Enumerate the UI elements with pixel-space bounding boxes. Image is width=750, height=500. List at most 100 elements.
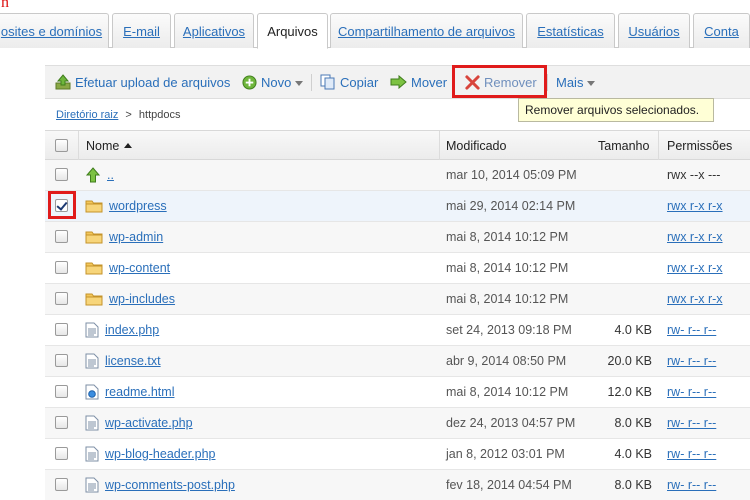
- column-divider: [439, 131, 440, 160]
- table-row[interactable]: wp-includes mai 8, 2014 10:12 PM rwx r-x r…: [45, 284, 750, 315]
- file-name-link[interactable]: readme.html: [105, 385, 174, 399]
- table-row[interactable]: readme.html mai 8, 2014 10:12 PM 12.0 KB rw…: [45, 377, 750, 408]
- html-file-icon: [85, 384, 99, 400]
- modified-cell: set 24, 2013 09:18 PM: [446, 323, 572, 337]
- file-name-cell: ..: [85, 160, 114, 190]
- row-checkbox[interactable]: [55, 478, 68, 491]
- row-checkbox[interactable]: [55, 447, 68, 460]
- file-name-link[interactable]: wp-includes: [109, 292, 175, 306]
- permissions-cell[interactable]: rw- r-- r--: [667, 470, 716, 500]
- permissions-cell[interactable]: rw- r-- r--: [667, 377, 716, 407]
- permissions-cell[interactable]: rwx r-x r-x: [667, 222, 723, 252]
- permissions-cell[interactable]: rwx r-x r-x: [667, 284, 723, 314]
- modified-cell: mar 10, 2014 05:09 PM: [446, 168, 577, 182]
- table-row[interactable]: wordpress mai 29, 2014 02:14 PM rwx r-x r-…: [45, 191, 750, 222]
- modified-cell: mai 8, 2014 10:12 PM: [446, 385, 569, 399]
- column-header-modified[interactable]: Modificado: [446, 131, 506, 160]
- row-checkbox[interactable]: [55, 354, 68, 367]
- table-row[interactable]: wp-content mai 8, 2014 10:12 PM rwx r-x r-…: [45, 253, 750, 284]
- upload-button[interactable]: Efetuar upload de arquivos: [55, 66, 230, 98]
- row-checkbox[interactable]: [55, 199, 68, 212]
- modified-cell: jan 8, 2012 03:01 PM: [446, 447, 565, 461]
- row-checkbox[interactable]: [55, 261, 68, 274]
- file-name-link[interactable]: license.txt: [105, 354, 161, 368]
- size-cell: 8.0 KB: [614, 478, 652, 492]
- file-name-cell: wp-content: [85, 253, 170, 283]
- size-cell: [585, 284, 652, 314]
- column-header-permissions[interactable]: Permissões: [667, 131, 732, 160]
- table-row[interactable]: .. mar 10, 2014 05:09 PM rwx --x ---: [45, 160, 750, 191]
- size-cell: 20.0 KB: [607, 354, 652, 368]
- file-name-link[interactable]: wp-admin: [109, 230, 163, 244]
- table-row[interactable]: index.php set 24, 2013 09:18 PM 4.0 KB rw- …: [45, 315, 750, 346]
- file-name-cell: wp-admin: [85, 222, 163, 252]
- breadcrumb: Diretório raiz > httpdocs: [56, 109, 181, 121]
- file-name-link[interactable]: ..: [107, 168, 114, 182]
- remove-button-highlight: [452, 65, 547, 98]
- toolbar-divider: [311, 74, 312, 91]
- copy-icon: [320, 74, 335, 90]
- tab-statistics[interactable]: Estatísticas: [526, 13, 615, 48]
- tab-websites-domains[interactable]: osites e domínios: [0, 13, 109, 48]
- tab-email[interactable]: E-mail: [112, 13, 171, 48]
- column-header-name[interactable]: Nome: [86, 131, 133, 160]
- file-name-link[interactable]: wp-activate.php: [105, 416, 193, 430]
- tab-files[interactable]: Arquivos: [257, 13, 328, 49]
- table-row[interactable]: license.txt abr 9, 2014 08:50 PM 20.0 KB rw…: [45, 346, 750, 377]
- permissions-cell[interactable]: rwx r-x r-x: [667, 191, 723, 221]
- new-label: Novo: [261, 74, 292, 90]
- file-name-link[interactable]: wp-blog-header.php: [105, 447, 216, 461]
- permissions-cell[interactable]: rw- r-- r--: [667, 439, 716, 469]
- copy-button[interactable]: Copiar: [320, 66, 378, 98]
- size-cell: [585, 191, 652, 221]
- file-icon: [85, 322, 99, 338]
- more-button[interactable]: Mais: [556, 66, 596, 98]
- table-row[interactable]: wp-blog-header.php jan 8, 2012 03:01 PM 4.…: [45, 439, 750, 470]
- table-body: .. mar 10, 2014 05:09 PM rwx --x --- wordpr…: [45, 160, 750, 500]
- column-divider: [78, 131, 79, 160]
- row-checkbox[interactable]: [55, 168, 68, 181]
- file-name-link[interactable]: wp-comments-post.php: [105, 478, 235, 492]
- select-all-checkbox[interactable]: [55, 139, 68, 152]
- folder-icon: [85, 261, 103, 275]
- folder-icon: [85, 230, 103, 244]
- file-name-link[interactable]: index.php: [105, 323, 159, 337]
- row-checkbox[interactable]: [55, 385, 68, 398]
- file-name-cell: index.php: [85, 315, 159, 345]
- tab-file-sharing[interactable]: Compartilhamento de arquivos: [330, 13, 523, 48]
- file-name-link[interactable]: wordpress: [109, 199, 167, 213]
- size-cell: 12.0 KB: [607, 385, 652, 399]
- row-checkbox[interactable]: [55, 323, 68, 336]
- permissions-cell[interactable]: rw- r-- r--: [667, 346, 716, 376]
- move-label: Mover: [411, 74, 448, 90]
- row-checkbox[interactable]: [55, 230, 68, 243]
- file-name-cell: readme.html: [85, 377, 174, 407]
- row-checkbox[interactable]: [55, 292, 68, 305]
- permissions-cell[interactable]: rwx r-x r-x: [667, 253, 723, 283]
- tab-account[interactable]: Conta: [693, 13, 750, 48]
- file-name-cell: wp-blog-header.php: [85, 439, 216, 469]
- column-header-size[interactable]: Tamanho: [598, 131, 649, 160]
- file-name-link[interactable]: wp-content: [109, 261, 170, 275]
- upload-label: Efetuar upload de arquivos: [75, 74, 231, 90]
- table-row[interactable]: wp-activate.php dez 24, 2013 04:57 PM 8.0 …: [45, 408, 750, 439]
- permissions-cell[interactable]: rw- r-- r--: [667, 408, 716, 438]
- new-button[interactable]: Novo: [242, 66, 304, 98]
- row-checkbox[interactable]: [55, 416, 68, 429]
- modified-cell: abr 9, 2014 08:50 PM: [446, 354, 567, 368]
- tab-applications[interactable]: Aplicativos: [174, 13, 254, 48]
- file-name-cell: wp-includes: [85, 284, 175, 314]
- modified-cell: mai 8, 2014 10:12 PM: [446, 292, 569, 306]
- table-row[interactable]: wp-admin mai 8, 2014 10:12 PM rwx r-x r-x: [45, 222, 750, 253]
- move-button[interactable]: Mover: [390, 66, 447, 98]
- file-toolbar: Efetuar upload de arquivos Novo Copiar M…: [45, 65, 750, 99]
- breadcrumb-root-link[interactable]: Diretório raiz: [56, 109, 118, 121]
- permissions-cell[interactable]: rw- r-- r--: [667, 315, 716, 345]
- size-cell: [585, 222, 652, 252]
- more-label: Mais: [556, 74, 584, 90]
- column-divider: [658, 131, 659, 160]
- folder-icon: [85, 292, 103, 306]
- file-icon: [85, 477, 99, 493]
- table-row[interactable]: wp-comments-post.php fev 18, 2014 04:54 P…: [45, 470, 750, 500]
- tab-users[interactable]: Usuários: [618, 13, 690, 48]
